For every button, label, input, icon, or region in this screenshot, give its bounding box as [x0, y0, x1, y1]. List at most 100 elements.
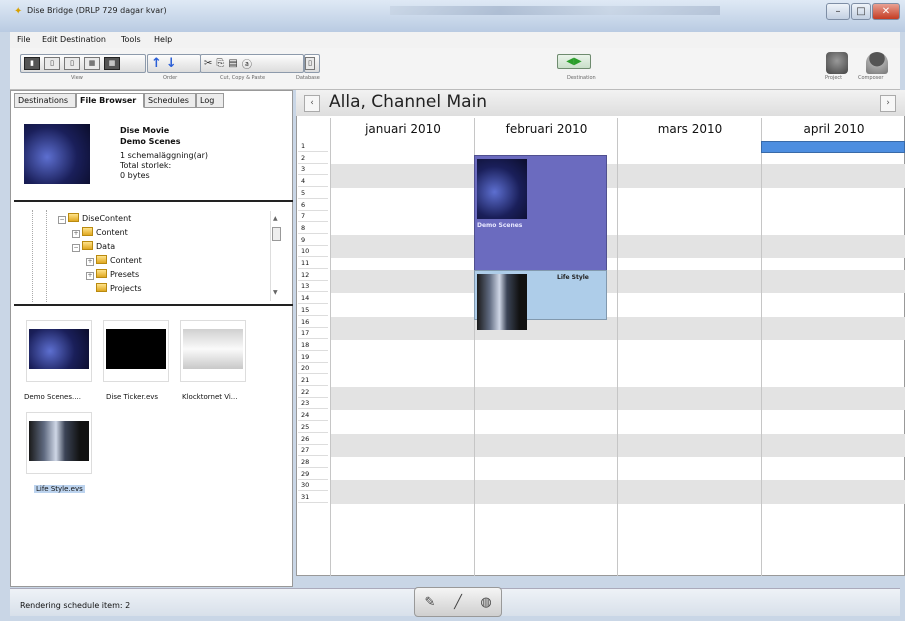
expand-icon[interactable]: + — [72, 230, 80, 238]
day-number: 10 — [298, 246, 328, 258]
wand-icon[interactable]: ✎ — [419, 592, 441, 614]
preview-title: Dise Movie — [120, 126, 170, 135]
gallery-item-klocktornet[interactable] — [180, 320, 246, 382]
pin-icon[interactable]: ╱ — [447, 592, 469, 614]
status-text: Rendering schedule item: 2 — [20, 601, 131, 610]
day-number: 12 — [298, 270, 328, 281]
view-large-button[interactable]: ▦ — [104, 57, 120, 70]
close-button[interactable]: ✕ — [872, 3, 900, 20]
schedule-item-label: Demo Scenes — [477, 221, 523, 229]
view-split-button[interactable]: ▯ — [44, 57, 60, 70]
day-number: 15 — [298, 305, 328, 316]
tree-scrollbar[interactable]: ▲ ▼ — [270, 211, 282, 301]
tree-item-disecontent[interactable]: − DiseContent — [58, 213, 131, 224]
project-icon[interactable] — [826, 52, 848, 74]
gallery-label-klocktornet: Klocktornet Vi... — [182, 393, 238, 401]
cut-icon[interactable]: ✂ — [204, 58, 212, 69]
day-number: 18 — [298, 340, 328, 351]
database-label: Database — [296, 75, 320, 81]
paste-special-icon[interactable]: ⓐ — [242, 56, 252, 71]
composer-icon[interactable] — [866, 52, 888, 74]
day-number: 21 — [298, 375, 328, 386]
view-double-button[interactable]: ▯ — [64, 57, 80, 70]
preview-total-value: 0 bytes — [120, 171, 150, 180]
gallery-item-life-style[interactable] — [26, 412, 92, 474]
destination-button[interactable]: ◀▶ — [557, 54, 591, 69]
thumbnail — [106, 329, 166, 369]
schedule-item-thumbnail — [477, 158, 527, 219]
day-number: 7 — [298, 211, 328, 223]
day-number: 3 — [298, 164, 328, 176]
schedule-item[interactable]: Life Style — [474, 269, 607, 330]
scroll-thumb[interactable] — [272, 227, 281, 241]
collapse-icon[interactable]: − — [58, 216, 66, 224]
title-bar — [0, 0, 905, 32]
view-single-button[interactable]: ▮ — [24, 57, 40, 70]
gallery-label-demo-scenes: Demo Scenes.... — [24, 393, 81, 401]
day-number: 29 — [298, 469, 328, 480]
next-button[interactable]: › — [880, 95, 896, 112]
menu-help[interactable]: Help — [154, 35, 172, 44]
schedule-item-thumbnail — [477, 273, 527, 330]
menu-bar: File Edit Destination Tools Help — [10, 32, 900, 48]
status-toolbox: ✎ ╱ ◍ — [414, 587, 502, 617]
day-number: 1 — [298, 141, 328, 152]
destination-label: Destination — [567, 75, 596, 81]
copy-icon[interactable]: ⎘ — [216, 58, 224, 69]
minimize-button[interactable]: – — [826, 3, 850, 20]
globe-icon[interactable]: ◍ — [475, 592, 497, 614]
tab-file-browser[interactable]: File Browser — [76, 93, 144, 108]
view-group: ▮ ▯ ▯ ▦ ▦ — [20, 54, 146, 73]
folder-icon — [82, 241, 93, 250]
view-label: View — [71, 75, 83, 81]
scroll-down-icon[interactable]: ▼ — [273, 289, 278, 296]
file-tree: − DiseContent + Content − Data + Content + Pr… — [14, 204, 293, 306]
schedule-item[interactable]: Demo Scenes — [474, 154, 607, 284]
tree-item-content[interactable]: + Content — [72, 227, 128, 238]
day-number: 14 — [298, 293, 328, 305]
tab-log[interactable]: Log — [196, 93, 224, 108]
tree-item-presets[interactable]: + Presets — [86, 269, 139, 280]
tab-destinations[interactable]: Destinations — [14, 93, 76, 108]
move-up-icon[interactable]: ↑ — [151, 56, 162, 71]
gallery-item-dise-ticker[interactable] — [103, 320, 169, 382]
clipboard-label: Cut, Copy & Paste — [220, 75, 266, 81]
move-down-icon[interactable]: ↓ — [166, 56, 177, 71]
preview-subtitle: Demo Scenes — [120, 137, 181, 146]
folder-icon — [96, 269, 107, 278]
window-title: Dise Bridge (DRLP 729 dagar kvar) — [27, 6, 167, 15]
composer-label: Composer — [858, 75, 884, 81]
collapse-icon[interactable]: − — [72, 244, 80, 252]
scroll-up-icon[interactable]: ▲ — [273, 215, 278, 222]
order-label: Order — [163, 75, 178, 81]
database-group[interactable]: ▯ — [304, 54, 320, 73]
day-number: 6 — [298, 200, 328, 211]
maximize-button[interactable]: □ — [851, 3, 871, 20]
menu-edit-destination[interactable]: Edit Destination — [42, 35, 106, 44]
day-number: 20 — [298, 363, 328, 375]
swap-arrows-icon: ◀▶ — [566, 56, 582, 67]
app-icon: ✦ — [14, 6, 23, 17]
day-number: 16 — [298, 317, 328, 328]
previous-button[interactable]: ‹ — [304, 95, 320, 112]
schedule-item[interactable] — [761, 141, 905, 153]
preview-schedule-count: 1 schemaläggning(ar) — [120, 151, 209, 160]
paste-icon[interactable]: ▤ — [228, 58, 237, 69]
day-number: 2 — [298, 153, 328, 164]
day-number: 31 — [298, 492, 328, 503]
tree-item-data-content[interactable]: + Content — [86, 255, 142, 266]
tree-item-data[interactable]: − Data — [72, 241, 115, 252]
menu-file[interactable]: File — [17, 35, 30, 44]
order-group: ↑ ↓ — [147, 54, 201, 73]
day-number: 19 — [298, 352, 328, 363]
menu-tools[interactable]: Tools — [121, 35, 141, 44]
expand-icon[interactable]: + — [86, 272, 94, 280]
tab-schedules[interactable]: Schedules — [144, 93, 196, 108]
expand-icon[interactable]: + — [86, 258, 94, 266]
day-number: 4 — [298, 176, 328, 188]
day-number: 22 — [298, 387, 328, 398]
tree-item-projects[interactable]: Projects — [96, 283, 142, 293]
clipboard-group: ✂ ⎘ ▤ ⓐ — [200, 54, 304, 73]
view-grid-button[interactable]: ▦ — [84, 57, 100, 70]
gallery-item-demo-scenes[interactable] — [26, 320, 92, 382]
